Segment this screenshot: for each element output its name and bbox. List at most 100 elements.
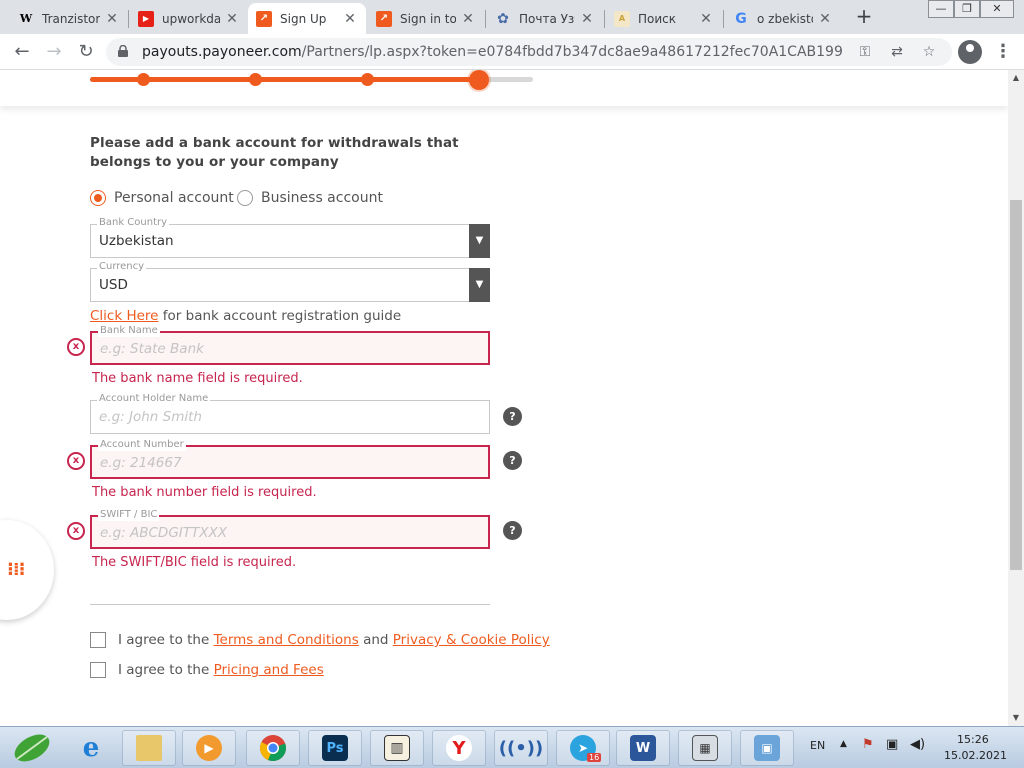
address-bar[interactable]: payouts.payoneer.com/Partners/lp.aspx?to… xyxy=(106,38,952,66)
dictionary-icon[interactable]: ▥ xyxy=(370,730,424,766)
privacy-link[interactable]: Privacy & Cookie Policy xyxy=(393,632,550,648)
bank-country-select[interactable]: Bank Country Uzbekistan ▼ xyxy=(90,217,490,258)
bank-name-field[interactable]: Bank Name xyxy=(90,325,490,365)
radio-unchecked-icon[interactable] xyxy=(237,190,253,206)
profile-avatar-icon[interactable] xyxy=(958,40,982,64)
help-icon[interactable]: ? xyxy=(503,407,522,426)
tab-title: upworkda xyxy=(162,11,220,26)
tab-google[interactable]: G o zbekisto ✕ xyxy=(725,3,841,34)
click-here-link[interactable]: Click Here xyxy=(90,308,158,324)
bank-name-input[interactable] xyxy=(100,339,460,359)
forward-icon[interactable]: → xyxy=(42,40,66,64)
payoneer-icon: ↗ xyxy=(376,10,392,27)
photoshop-icon[interactable]: Ps xyxy=(308,730,362,766)
language-indicator[interactable]: EN xyxy=(810,739,825,752)
file-explorer-icon[interactable] xyxy=(122,730,176,766)
media-player-icon[interactable]: ▶ xyxy=(182,730,236,766)
swift-bic-field[interactable]: SWIFT / BIC xyxy=(90,509,490,549)
currency-label: Currency xyxy=(97,261,147,273)
yandex-icon[interactable]: Y xyxy=(432,730,486,766)
browser-toolbar: ← → ↻ payouts.payoneer.com/Partners/lp.a… xyxy=(0,34,1024,70)
close-window-button[interactable]: ✕ xyxy=(980,0,1014,18)
network-icon[interactable]: ▣ xyxy=(886,737,898,752)
word-icon[interactable]: W xyxy=(616,730,670,766)
tab-pochta[interactable]: ✿ Почта Узб ✕ xyxy=(487,3,603,34)
currency-value: USD xyxy=(99,277,128,293)
scroll-up-arrow-icon[interactable]: ▲ xyxy=(1008,70,1024,86)
close-icon[interactable]: ✕ xyxy=(104,11,120,27)
account-holder-field[interactable]: Account Holder Name xyxy=(90,393,490,434)
clock-date[interactable]: 15.02.2021 xyxy=(944,749,1007,762)
url-host: payouts.payoneer.com xyxy=(142,44,302,60)
back-icon[interactable]: ← xyxy=(10,40,34,64)
swift-bic-input[interactable] xyxy=(100,523,460,543)
url-path: /Partners/lp.aspx?token=e0784fbdd7b347dc… xyxy=(301,44,843,60)
clock-time[interactable]: 15:26 xyxy=(957,733,989,746)
fees-checkbox[interactable] xyxy=(90,662,106,678)
side-chat-widget[interactable]: ⁝⁞⁝ xyxy=(0,520,54,620)
internet-explorer-icon[interactable]: e xyxy=(64,730,118,766)
tab-sign-in[interactable]: ↗ Sign in to ✕ xyxy=(368,3,484,34)
volume-icon[interactable]: ◀) xyxy=(910,737,925,752)
maximize-button[interactable]: ❐ xyxy=(954,0,980,18)
new-tab-button[interactable]: + xyxy=(853,5,875,27)
tab-title: Sign in to xyxy=(400,11,456,26)
account-number-label: Account Number xyxy=(98,439,186,451)
settings-gear-icon: ✿ xyxy=(497,10,509,27)
telegram-icon[interactable]: ➤ 16 xyxy=(556,730,610,766)
search-page-icon: A xyxy=(614,10,630,27)
tab-tranzistor[interactable]: W Tranzistor ✕ xyxy=(10,3,128,34)
start-orb[interactable] xyxy=(4,730,60,766)
tab-poisk[interactable]: A Поиск ✕ xyxy=(606,3,722,34)
star-icon[interactable]: ☆ xyxy=(920,43,938,61)
progress-step-done xyxy=(136,73,150,86)
tab-sign-up[interactable]: ↗ Sign Up ✕ xyxy=(248,3,366,34)
close-icon[interactable]: ✕ xyxy=(224,11,240,27)
page-scrollbar[interactable]: ▲ ▼ xyxy=(1008,70,1024,726)
account-number-field[interactable]: Account Number xyxy=(90,439,490,479)
help-icon[interactable]: ? xyxy=(503,521,522,540)
chevron-down-icon[interactable]: ▼ xyxy=(469,268,490,302)
personal-account-radio[interactable]: Personal account xyxy=(90,190,234,206)
tray-expand-icon[interactable]: ▲ xyxy=(840,739,847,749)
folder-icon xyxy=(136,735,162,761)
telegram-badge: 16 xyxy=(587,753,602,762)
page-viewport: Please add a bank account for withdrawal… xyxy=(0,70,1008,726)
calculator-icon[interactable]: ▦ xyxy=(678,730,732,766)
minimize-button[interactable]: — xyxy=(928,0,954,18)
radio-checked-icon[interactable] xyxy=(90,190,106,206)
action-center-flag-icon[interactable]: ⚑ xyxy=(862,737,874,752)
terms-checkbox-row[interactable]: I agree to the Terms and Conditions and … xyxy=(90,632,550,648)
pricing-fees-link[interactable]: Pricing and Fees xyxy=(214,662,324,678)
divider xyxy=(90,604,490,605)
close-icon[interactable]: ✕ xyxy=(579,11,595,27)
key-icon[interactable]: ⚿ xyxy=(856,43,874,61)
scroll-down-arrow-icon[interactable]: ▼ xyxy=(1008,710,1024,726)
fees-checkbox-row[interactable]: I agree to the Pricing and Fees xyxy=(90,662,324,678)
reload-icon[interactable]: ↻ xyxy=(74,40,98,64)
close-icon[interactable]: ✕ xyxy=(817,11,833,27)
translate-icon[interactable]: ⇄ xyxy=(888,43,906,61)
close-icon[interactable]: ✕ xyxy=(460,11,476,27)
tab-upworkda[interactable]: ▶ upworkda ✕ xyxy=(130,3,248,34)
account-holder-input[interactable] xyxy=(99,407,459,427)
account-number-input[interactable] xyxy=(100,453,460,473)
business-account-radio[interactable]: Business account xyxy=(237,190,383,206)
wifi-tool-icon[interactable]: ((•)) xyxy=(494,730,548,766)
close-icon[interactable]: ✕ xyxy=(698,11,714,27)
terms-checkbox[interactable] xyxy=(90,632,106,648)
close-icon[interactable]: ✕ xyxy=(342,11,358,27)
help-icon[interactable]: ? xyxy=(503,451,522,470)
word-logo-icon: W xyxy=(630,735,656,761)
menu-icon[interactable]: ⋮ xyxy=(994,40,1012,64)
chrome-icon[interactable] xyxy=(246,730,300,766)
terms-link[interactable]: Terms and Conditions xyxy=(214,632,359,648)
account-holder-label: Account Holder Name xyxy=(97,393,211,405)
chevron-down-icon[interactable]: ▼ xyxy=(469,224,490,258)
scrollbar-thumb[interactable] xyxy=(1010,200,1022,570)
control-panel-icon[interactable]: ▣ xyxy=(740,730,794,766)
currency-select[interactable]: Currency USD ▼ xyxy=(90,261,490,302)
fees-prefix: I agree to the xyxy=(118,662,210,678)
registration-guide: Click Here for bank account registration… xyxy=(90,308,401,324)
bank-name-label: Bank Name xyxy=(98,325,160,337)
